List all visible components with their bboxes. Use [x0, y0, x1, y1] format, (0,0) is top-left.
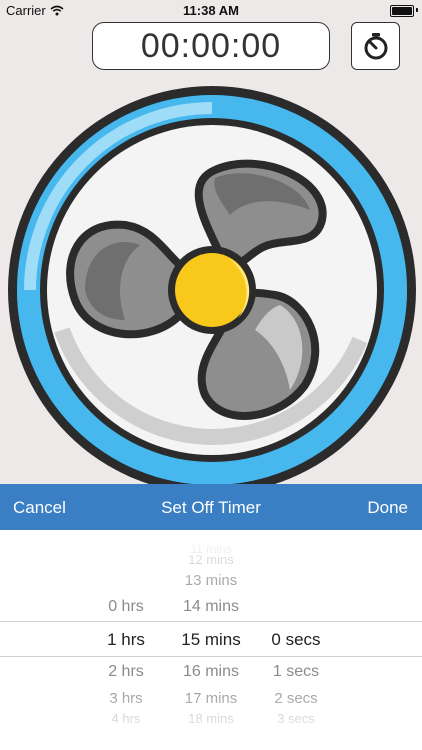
toolbar-title: Set Off Timer	[161, 498, 261, 517]
picker-minutes-option[interactable]: 13 mins	[185, 572, 238, 589]
stopwatch-icon	[364, 33, 387, 60]
picker-seconds-selected[interactable]: 0 secs	[271, 630, 320, 650]
timer-button[interactable]	[351, 22, 400, 70]
picker-minutes-option[interactable]: 12 mins	[188, 552, 234, 567]
battery-icon	[390, 5, 414, 17]
picker-seconds-option[interactable]: 3 secs	[277, 711, 315, 726]
picker-seconds-option[interactable]: 1 secs	[273, 663, 319, 681]
picker-row[interactable]: 0 hrs 14 mins	[0, 598, 422, 622]
picker-hours-option[interactable]: 4 hrs	[112, 711, 141, 726]
picker-seconds-option[interactable]: 2 secs	[274, 690, 317, 707]
picker-minutes-option[interactable]: 14 mins	[183, 598, 239, 616]
timer-toolbar: Cancel Set Off Timer Done	[0, 484, 422, 530]
timer-display: 00:00:00	[92, 22, 330, 70]
done-button[interactable]: Done	[367, 498, 408, 518]
fan-illustration[interactable]	[0, 80, 422, 486]
picker-minutes-option[interactable]: 17 mins	[185, 690, 238, 707]
picker-minutes-option[interactable]: 18 mins	[188, 711, 234, 726]
picker-hours-option[interactable]: 0 hrs	[108, 598, 144, 616]
status-time: 11:38 AM	[183, 3, 239, 18]
fan-icon	[8, 86, 416, 486]
selection-bottom-divider	[0, 656, 422, 657]
picker-hours-option[interactable]: 2 hrs	[108, 663, 144, 681]
picker-row[interactable]: 13 mins	[0, 572, 422, 596]
timer-picker[interactable]: 11 mins 12 mins 13 mins 0 hrs 14 mins 1 …	[0, 530, 422, 750]
status-bar: Carrier 11:38 AM	[0, 0, 422, 22]
picker-minutes-option[interactable]: 16 mins	[183, 663, 239, 681]
picker-hours-selected[interactable]: 1 hrs	[107, 630, 145, 650]
picker-row[interactable]: 2 hrs 16 mins 1 secs	[0, 663, 422, 687]
picker-hours-option[interactable]: 3 hrs	[109, 690, 142, 707]
picker-row[interactable]: 4 hrs 18 mins 3 secs	[0, 711, 422, 735]
selection-top-divider	[0, 621, 422, 622]
picker-minutes-selected[interactable]: 15 mins	[181, 630, 241, 650]
picker-selected-row[interactable]: 1 hrs 15 mins 0 secs	[0, 630, 422, 654]
